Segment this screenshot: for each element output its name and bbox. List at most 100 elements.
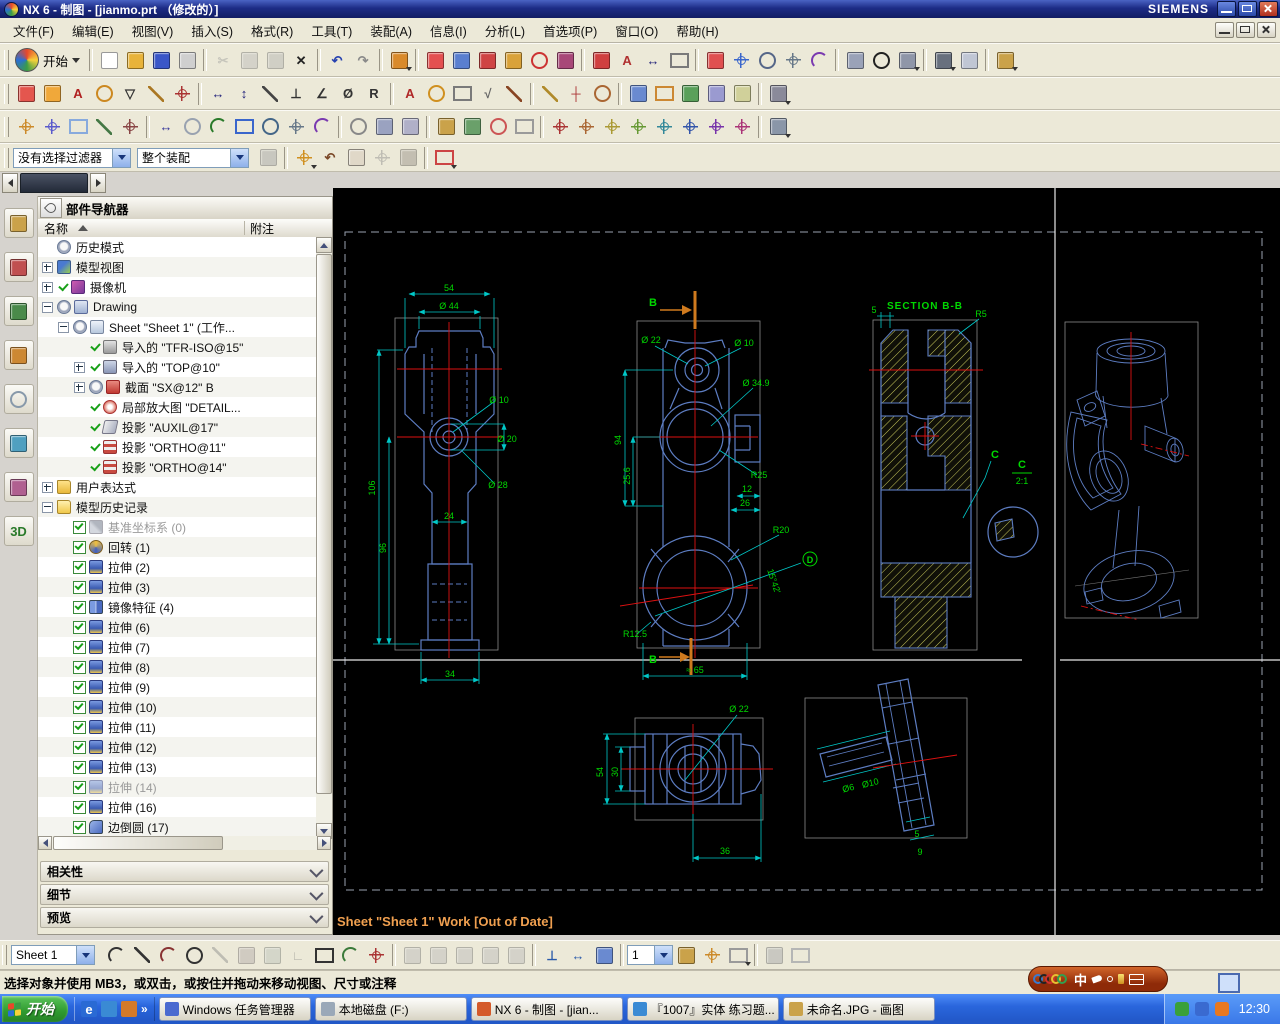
horizontal-dim-icon[interactable]: ↔ <box>205 81 231 107</box>
mdi-restore-button[interactable] <box>1236 22 1255 38</box>
ime-punctuation-icon[interactable] <box>1107 976 1114 982</box>
auxiliary-view[interactable]: Ø6 Ø10 5 9 <box>804 678 968 857</box>
tree-item[interactable]: 局部放大图 "DETAIL... <box>38 397 316 417</box>
section-view-icon[interactable] <box>552 47 578 73</box>
section-view[interactable]: SECTION B-B 5 R5 C C 2:1 <box>869 301 1039 651</box>
snap-point-icon[interactable] <box>13 114 39 140</box>
wireframe-icon[interactable] <box>345 114 371 140</box>
hd3d-tools-icon[interactable]: 3D <box>3 516 34 546</box>
tree-item[interactable]: 拉伸 (11) <box>38 717 316 737</box>
background-icon[interactable] <box>930 47 957 73</box>
feature-checkbox[interactable] <box>73 660 86 674</box>
tree-item[interactable]: 截面 "SX@12" B <box>38 377 316 397</box>
expand-toggle[interactable] <box>42 261 53 273</box>
measure-distance-icon[interactable]: ↔ <box>153 114 179 140</box>
sheet-selector-combo[interactable]: Sheet 1 <box>11 945 95 965</box>
view-boundary-icon[interactable] <box>651 81 677 107</box>
minimize-button[interactable] <box>1217 1 1236 17</box>
menu-item-8[interactable]: 分析(L) <box>476 18 534 43</box>
tree-item[interactable]: 边倒圆 (17) <box>38 817 316 837</box>
clock-icon[interactable] <box>179 114 205 140</box>
restore-button[interactable] <box>1238 1 1257 17</box>
display-part-icon[interactable] <box>386 47 413 73</box>
expand-toggle[interactable] <box>58 321 69 333</box>
center-mark-icon[interactable] <box>169 81 195 107</box>
vector-icon[interactable] <box>91 114 117 140</box>
feature-checkbox[interactable] <box>73 760 86 774</box>
expand-toggle[interactable] <box>74 361 85 373</box>
arc-icon[interactable] <box>155 942 181 968</box>
rectangle-icon[interactable] <box>311 942 337 968</box>
plane-icon[interactable] <box>65 114 91 140</box>
circle-icon[interactable] <box>181 942 207 968</box>
show-hide-icon[interactable] <box>485 114 511 140</box>
tray-network-icon[interactable] <box>1194 1002 1209 1016</box>
feature-checkbox[interactable] <box>73 780 86 794</box>
front-view[interactable]: 54 Ø 44 106 96 24 34 Ø 10 Ø 20 Ø 28 <box>367 283 517 684</box>
feature-checkbox[interactable] <box>73 600 86 614</box>
note-annotation-icon[interactable]: A <box>397 81 423 107</box>
save-icon[interactable] <box>148 47 174 73</box>
edit-style-icon[interactable] <box>625 81 651 107</box>
text-tool-icon[interactable]: A <box>65 81 91 107</box>
selection-filter-combo[interactable]: 没有选择过滤器 <box>13 147 131 168</box>
ie-quicklaunch-icon[interactable]: e <box>81 1001 97 1017</box>
feature-checkbox[interactable] <box>73 740 86 754</box>
tree-item[interactable]: 投影 "ORTHO@14" <box>38 457 316 477</box>
tree-item[interactable]: 导入的 "TOP@10" <box>38 357 316 377</box>
tree-item[interactable]: 镜像特征 (4) <box>38 597 316 617</box>
quadrant-snap-icon[interactable] <box>677 114 703 140</box>
column-note[interactable]: 附注 <box>250 220 274 237</box>
tree-horizontal-scrollbar[interactable] <box>38 836 331 850</box>
tree-item[interactable]: 拉伸 (2) <box>38 557 316 577</box>
new-part-icon[interactable] <box>96 47 122 73</box>
media-player-icon[interactable] <box>121 1001 137 1017</box>
open-icon[interactable] <box>122 47 148 73</box>
id-symbol-icon[interactable] <box>423 81 449 107</box>
studio-spline-icon[interactable] <box>337 942 363 968</box>
quicklaunch-overflow[interactable]: » <box>141 1002 148 1016</box>
csys-icon[interactable] <box>117 114 143 140</box>
layer-icon[interactable] <box>673 942 699 968</box>
object-display-icon[interactable] <box>459 114 485 140</box>
drawing-canvas[interactable]: .b{stroke:#5d7dc2;fill:none;stroke-width… <box>333 188 1280 935</box>
isometric-view[interactable] <box>1064 321 1199 623</box>
tree-item[interactable]: 模型视图 <box>38 257 316 277</box>
hatch-icon[interactable] <box>143 81 169 107</box>
dimension-icon[interactable]: ↔ <box>640 47 666 73</box>
feature-checkbox[interactable] <box>73 820 86 834</box>
zoom-in-icon[interactable] <box>257 114 283 140</box>
scale-combo[interactable]: 1 <box>627 945 673 965</box>
taskbar-button-0[interactable]: Windows 任务管理器 <box>158 997 311 1021</box>
tree-item[interactable]: 拉伸 (9) <box>38 677 316 697</box>
fcf-icon[interactable] <box>666 47 692 73</box>
feature-checkbox[interactable] <box>73 560 86 574</box>
annotation-pref-icon[interactable] <box>765 81 791 107</box>
pin-icon[interactable] <box>40 198 62 218</box>
menu-item-6[interactable]: 装配(A) <box>361 18 421 43</box>
contrast-icon[interactable] <box>868 47 894 73</box>
tree-vertical-scrollbar[interactable] <box>316 237 332 839</box>
perpendicular-dim-icon[interactable]: ⊥ <box>283 81 309 107</box>
base-view-icon[interactable] <box>474 47 500 73</box>
toolbar-grip[interactable] <box>4 147 9 168</box>
undo-icon[interactable]: ↶ <box>324 47 350 73</box>
datum-symbol-icon[interactable]: ▽ <box>117 81 143 107</box>
toolbar-grip[interactable] <box>2 945 7 965</box>
toolbar-grip[interactable] <box>4 50 9 70</box>
facet-icon[interactable] <box>397 114 423 140</box>
snap-toggle-icon[interactable] <box>699 942 725 968</box>
rotate-view-icon[interactable] <box>309 114 335 140</box>
taskbar-button-1[interactable]: 本地磁盘 (F:) <box>314 997 467 1021</box>
existing-point-snap-icon[interactable] <box>703 114 729 140</box>
parallel-dim-icon[interactable] <box>257 81 283 107</box>
intersection-snap-icon[interactable] <box>625 114 651 140</box>
ime-mode-chinese[interactable]: 中 <box>1074 970 1087 989</box>
point-icon[interactable] <box>363 942 389 968</box>
show-constraints-icon[interactable] <box>591 942 617 968</box>
tree-item[interactable]: 基准坐标系 (0) <box>38 517 316 537</box>
start-menu-button[interactable]: 开始 <box>13 46 86 74</box>
snap-pref-icon[interactable] <box>765 114 791 140</box>
rotate-icon[interactable] <box>806 47 832 73</box>
control-point-snap-icon[interactable] <box>599 114 625 140</box>
